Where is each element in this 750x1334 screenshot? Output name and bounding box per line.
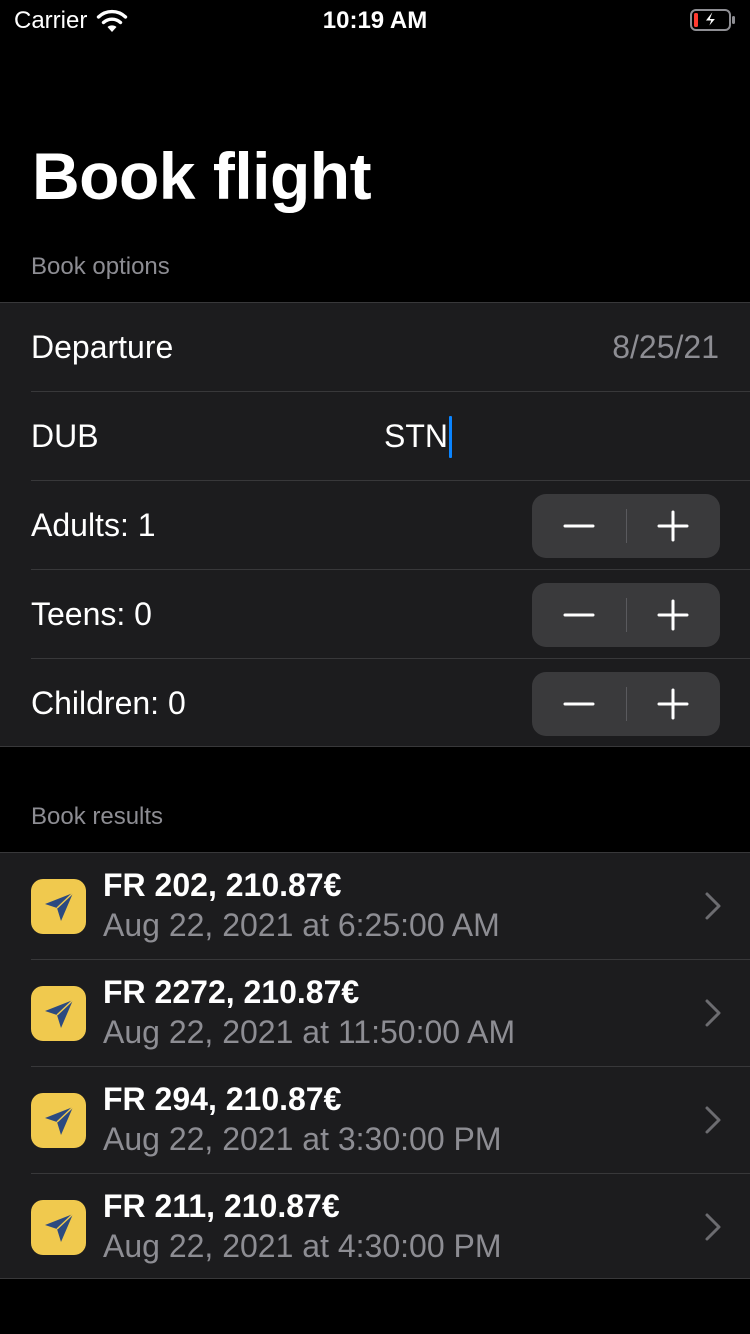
departure-row[interactable]: Departure 8/25/21 bbox=[0, 303, 750, 392]
plus-icon bbox=[657, 599, 689, 630]
departure-date-value[interactable]: 8/25/21 bbox=[612, 329, 719, 366]
destination-field[interactable]: STN bbox=[384, 415, 452, 458]
section-header-book-options: Book options bbox=[31, 253, 170, 280]
chevron-right-icon bbox=[705, 892, 721, 920]
flight-datetime: Aug 22, 2021 at 4:30:00 PM bbox=[103, 1228, 502, 1264]
flight-title: FR 2272, 210.87€ bbox=[103, 974, 360, 1010]
origin-field[interactable]: DUB bbox=[31, 418, 99, 455]
children-increment-button[interactable] bbox=[627, 672, 721, 736]
chevron-right-icon bbox=[705, 999, 721, 1027]
children-row: Children: 0 bbox=[0, 659, 750, 748]
route-row: DUB STN bbox=[0, 392, 750, 481]
departure-label: Departure bbox=[31, 329, 174, 365]
flight-datetime: Aug 22, 2021 at 11:50:00 AM bbox=[103, 1014, 516, 1050]
flight-result-row[interactable]: FR 294, 210.87€ Aug 22, 2021 at 3:30:00 … bbox=[0, 1067, 750, 1174]
adults-stepper bbox=[532, 493, 721, 558]
chevron-right-icon bbox=[705, 1106, 721, 1134]
adults-label: Adults: 1 bbox=[31, 507, 156, 543]
flight-icon bbox=[31, 879, 86, 934]
chevron-right-icon bbox=[705, 1213, 721, 1241]
paper-plane-icon bbox=[44, 891, 74, 921]
children-decrement-button[interactable] bbox=[532, 672, 626, 736]
flight-result-row[interactable]: FR 202, 210.87€ Aug 22, 2021 at 6:25:00 … bbox=[0, 853, 750, 960]
book-results-list: FR 202, 210.87€ Aug 22, 2021 at 6:25:00 … bbox=[0, 852, 750, 1279]
minus-icon bbox=[563, 702, 595, 705]
plus-icon bbox=[657, 688, 689, 719]
minus-icon bbox=[563, 524, 595, 527]
paper-plane-icon bbox=[44, 998, 74, 1028]
adults-decrement-button[interactable] bbox=[532, 494, 626, 558]
flight-icon bbox=[31, 1200, 86, 1255]
flight-result-row[interactable]: FR 211, 210.87€ Aug 22, 2021 at 4:30:00 … bbox=[0, 1174, 750, 1281]
teens-decrement-button[interactable] bbox=[532, 583, 626, 647]
flight-datetime: Aug 22, 2021 at 3:30:00 PM bbox=[103, 1121, 502, 1157]
teens-label: Teens: 0 bbox=[31, 596, 152, 632]
children-label: Children: 0 bbox=[31, 685, 186, 721]
teens-increment-button[interactable] bbox=[627, 583, 721, 647]
destination-field-text: STN bbox=[384, 418, 448, 454]
flight-title: FR 294, 210.87€ bbox=[103, 1081, 342, 1117]
flight-result-row[interactable]: FR 2272, 210.87€ Aug 22, 2021 at 11:50:0… bbox=[0, 960, 750, 1067]
status-time: 10:19 AM bbox=[322, 7, 428, 34]
flight-title: FR 211, 210.87€ bbox=[103, 1188, 340, 1224]
children-stepper bbox=[532, 671, 721, 736]
adults-row: Adults: 1 bbox=[0, 481, 750, 570]
flight-icon bbox=[31, 986, 86, 1041]
minus-icon bbox=[563, 613, 595, 616]
screen: Carrier 10:19 AM Book flight Book option… bbox=[0, 0, 750, 1334]
text-caret bbox=[449, 415, 452, 458]
book-options-group: Departure 8/25/21 DUB STN Adults: 1 Teen… bbox=[0, 302, 750, 747]
flight-datetime: Aug 22, 2021 at 6:25:00 AM bbox=[103, 907, 500, 943]
adults-increment-button[interactable] bbox=[627, 494, 721, 558]
page-title: Book flight bbox=[32, 139, 372, 213]
paper-plane-icon bbox=[44, 1212, 74, 1242]
flight-title: FR 202, 210.87€ bbox=[103, 867, 342, 903]
teens-row: Teens: 0 bbox=[0, 570, 750, 659]
section-header-book-results: Book results bbox=[31, 803, 164, 830]
battery-charging-icon bbox=[690, 9, 735, 31]
plus-icon bbox=[657, 510, 689, 541]
status-bar: Carrier 10:19 AM bbox=[0, 0, 750, 40]
paper-plane-icon bbox=[44, 1105, 74, 1135]
teens-stepper bbox=[532, 582, 721, 647]
flight-icon bbox=[31, 1093, 86, 1148]
